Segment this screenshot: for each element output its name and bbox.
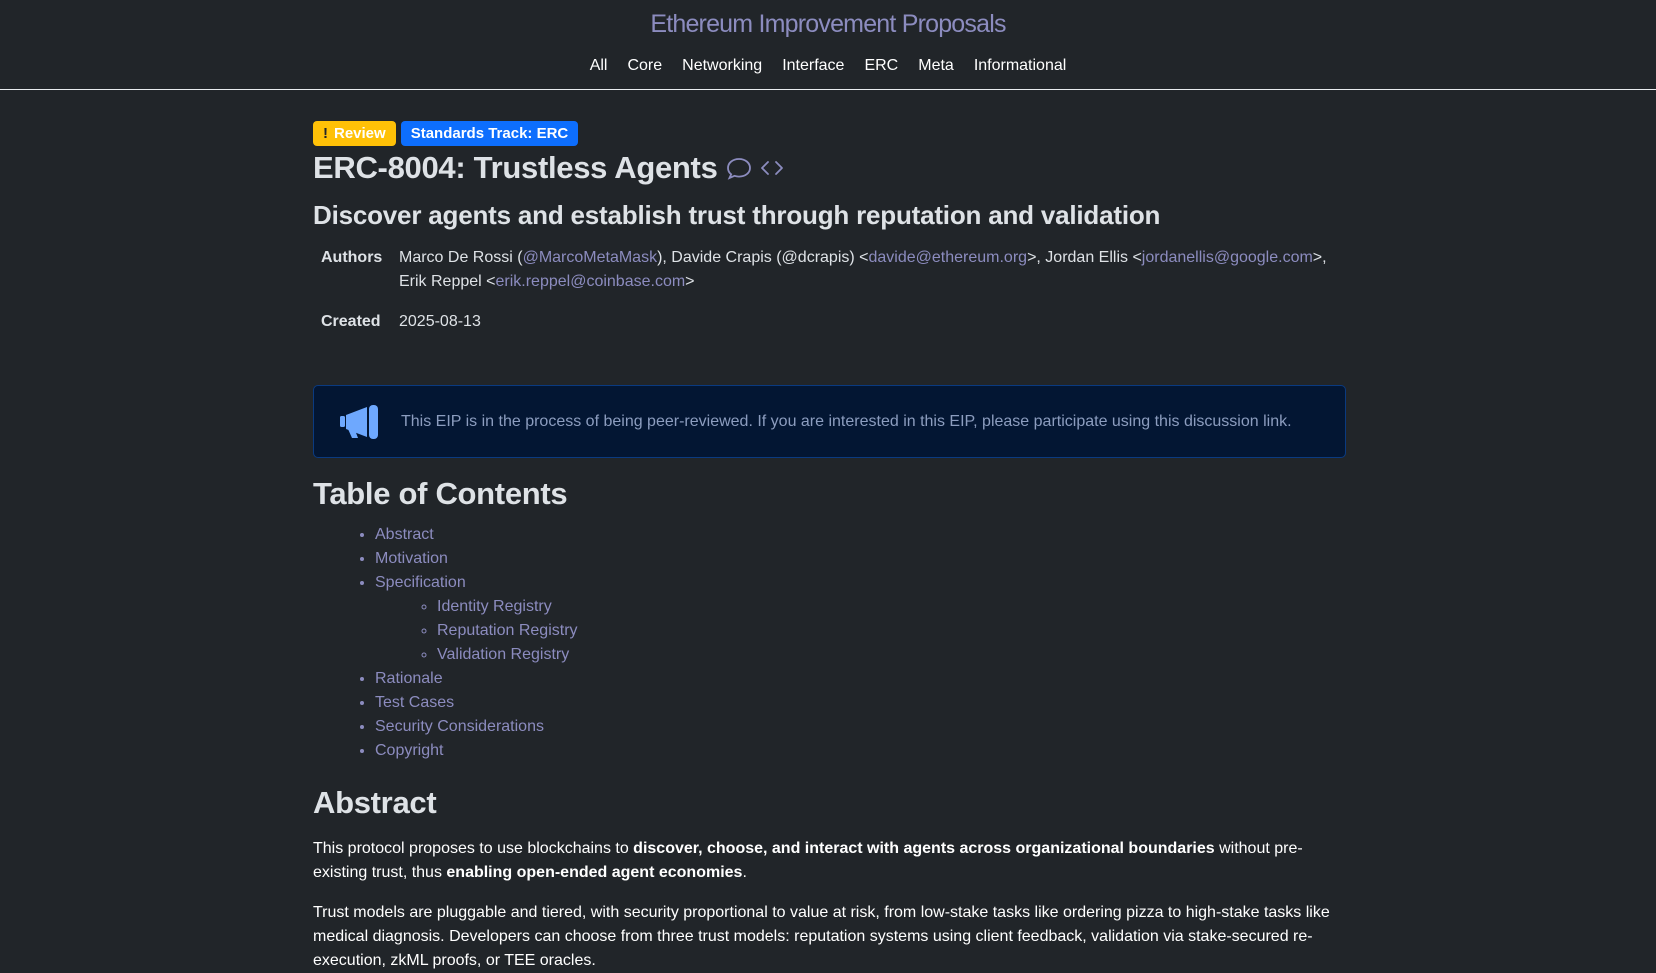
toc-item: Specification Identity Registry Reputati…: [375, 571, 1346, 667]
eip-metadata: Authors Marco De Rossi (@MarcoMetaMask),…: [321, 246, 1346, 334]
nav-meta[interactable]: Meta: [908, 56, 964, 76]
status-badge-label: Review: [334, 125, 386, 142]
author-text: >,: [1312, 249, 1327, 266]
author-text: Erik Reppel <: [399, 273, 496, 290]
toc-link-validation-registry[interactable]: Validation Registry: [437, 646, 569, 663]
nav-erc[interactable]: ERC: [854, 56, 908, 76]
toc-link-test-cases[interactable]: Test Cases: [375, 694, 454, 711]
callout-message[interactable]: This EIP is in the process of being peer…: [401, 413, 1292, 430]
nav-informational[interactable]: Informational: [964, 56, 1077, 76]
author-link[interactable]: jordanellis@google.com: [1142, 249, 1313, 266]
toc-subitem: Reputation Registry: [437, 619, 1346, 643]
toc-link-security-considerations[interactable]: Security Considerations: [375, 718, 544, 735]
toc-link-rationale[interactable]: Rationale: [375, 670, 443, 687]
toc-item: Security Considerations: [375, 715, 1346, 739]
toc-title: Table of Contents: [313, 476, 568, 511]
site-header: Ethereum Improvement Proposals All Core …: [0, 0, 1656, 90]
author-text: Davide Crapis (@dcrapis) <: [671, 249, 869, 266]
abstract-text: .: [742, 864, 747, 881]
created-label: Created: [321, 313, 381, 330]
toc-list: Abstract Motivation Specification Identi…: [313, 523, 1346, 763]
toc-item: Abstract: [375, 523, 1346, 547]
nav-interface[interactable]: Interface: [772, 56, 854, 76]
abstract-bold-text: enabling open-ended agent economies: [446, 864, 743, 881]
nav-networking[interactable]: Networking: [672, 56, 772, 76]
toc-sublist: Identity Registry Reputation Registry Va…: [375, 595, 1346, 667]
author-text: >: [685, 273, 695, 290]
page-subtitle: Discover agents and establish trust thro…: [313, 200, 1161, 230]
author-text: Jordan Ellis <: [1045, 249, 1142, 266]
megaphone-icon: [314, 404, 401, 440]
authors-value: Marco De Rossi (@MarcoMetaMask), Davide …: [399, 246, 1339, 294]
toc-link-identity-registry[interactable]: Identity Registry: [437, 598, 552, 615]
title-row: ERC-8004: Trustless Agents: [313, 148, 1346, 188]
author-text: ),: [657, 249, 672, 266]
toc-subitem: Validation Registry: [437, 643, 1346, 667]
created-value: 2025-08-13: [399, 313, 481, 330]
code-icon[interactable]: [760, 159, 784, 177]
author-link[interactable]: davide@ethereum.org: [869, 249, 1028, 266]
status-badge[interactable]: ! Review: [313, 121, 396, 146]
review-callout: This EIP is in the process of being peer…: [313, 385, 1346, 458]
toc-link-abstract[interactable]: Abstract: [375, 526, 434, 543]
callout-text[interactable]: This EIP is in the process of being peer…: [401, 413, 1292, 431]
author-text: Marco De Rossi (: [399, 249, 523, 266]
abstract-heading: Abstract: [313, 785, 437, 820]
author-link[interactable]: @MarcoMetaMask: [523, 249, 658, 266]
eip-article: ! Review Standards Track: ERC ERC-8004: T…: [313, 90, 1346, 973]
toc-link-motivation[interactable]: Motivation: [375, 550, 448, 567]
page-title: ERC-8004: Trustless Agents: [313, 150, 718, 185]
toc-link-specification[interactable]: Specification: [375, 574, 466, 591]
toc-item: Copyright: [375, 739, 1346, 763]
badge-row: ! Review Standards Track: ERC: [313, 121, 1346, 146]
site-title-link[interactable]: Ethereum Improvement Proposals: [0, 0, 1656, 39]
warning-icon: !: [323, 125, 328, 142]
toc-item: Rationale: [375, 667, 1346, 691]
toc-item: Motivation: [375, 547, 1346, 571]
nav-core[interactable]: Core: [617, 56, 672, 76]
author-link[interactable]: erik.reppel@coinbase.com: [496, 273, 686, 290]
created-row: Created 2025-08-13: [321, 310, 1346, 334]
toc-link-reputation-registry[interactable]: Reputation Registry: [437, 622, 578, 639]
toc-subitem: Identity Registry: [437, 595, 1346, 619]
abstract-paragraph-2: Trust models are pluggable and tiered, w…: [313, 904, 1330, 969]
track-badge[interactable]: Standards Track: ERC: [400, 121, 579, 146]
toc-item: Test Cases: [375, 691, 1346, 715]
authors-row: Authors Marco De Rossi (@MarcoMetaMask),…: [321, 246, 1346, 294]
main-nav: All Core Networking Interface ERC Meta I…: [0, 56, 1656, 76]
authors-label: Authors: [321, 249, 383, 266]
comment-icon[interactable]: [726, 156, 752, 180]
toc-link-copyright[interactable]: Copyright: [375, 742, 443, 759]
abstract-text: This protocol proposes to use blockchain…: [313, 840, 634, 857]
author-text: >,: [1027, 249, 1046, 266]
abstract-bold-text: discover, choose, and interact with agen…: [633, 840, 1215, 857]
nav-all[interactable]: All: [580, 56, 618, 76]
abstract-paragraph-1: This protocol proposes to use blockchain…: [313, 837, 1346, 885]
